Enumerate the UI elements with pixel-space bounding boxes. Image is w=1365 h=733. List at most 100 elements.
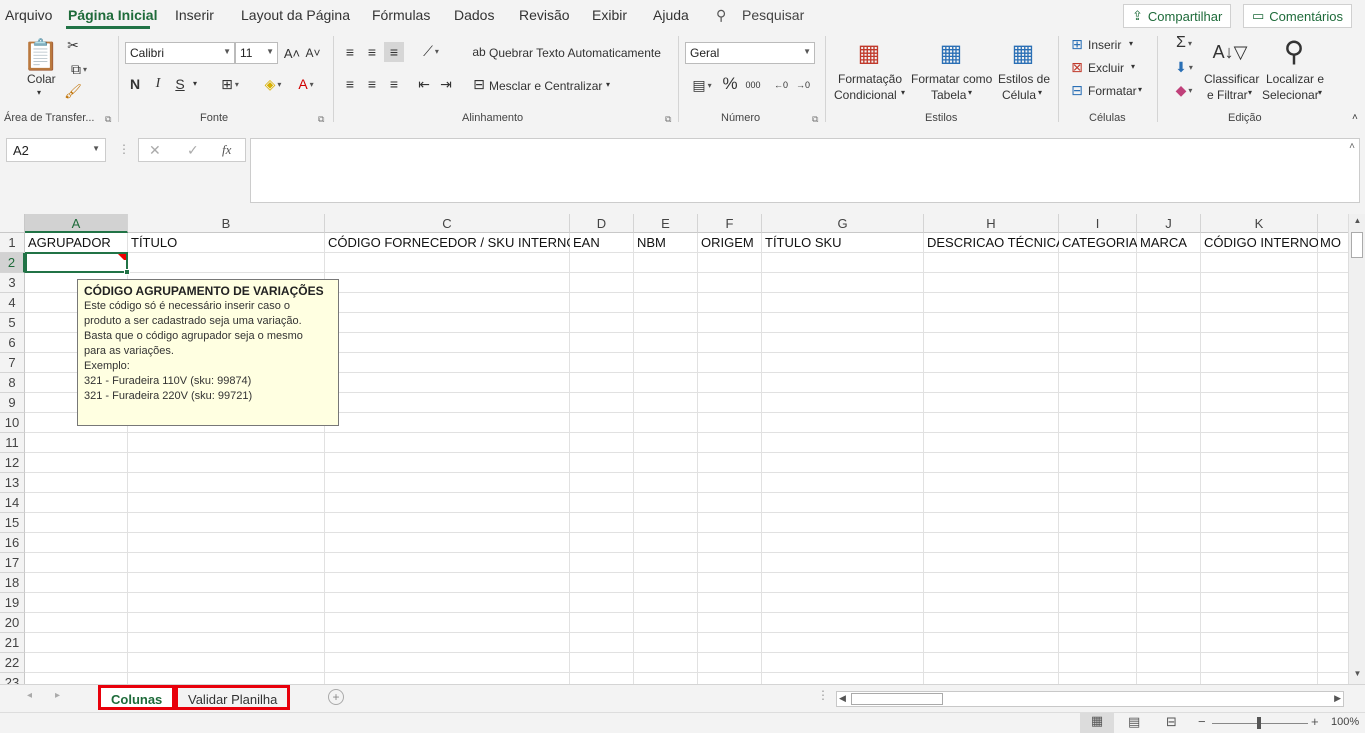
font-name-combo[interactable]: Calibri ▼: [125, 42, 235, 64]
row-header[interactable]: 2: [0, 253, 25, 273]
sort-filter-icon[interactable]: A↓▽: [1212, 36, 1248, 68]
currency-icon[interactable]: ▤ ▾: [687, 76, 717, 94]
alignment-launcher-icon[interactable]: ⧉: [665, 114, 671, 125]
column-header[interactable]: D: [570, 214, 634, 233]
row-header[interactable]: 5: [0, 313, 25, 333]
insert-cells-icon[interactable]: ⊞: [1068, 36, 1086, 52]
column-header[interactable]: A: [25, 214, 128, 233]
sort-filter-label-2[interactable]: e Filtrar: [1207, 88, 1248, 102]
delete-cells-icon[interactable]: ⊠: [1068, 59, 1086, 75]
row-header[interactable]: 16: [0, 533, 25, 553]
vertical-scrollbar[interactable]: ▲ ▼: [1348, 214, 1365, 684]
cell-styles-label-1[interactable]: Estilos de: [998, 72, 1050, 86]
decrease-decimal-icon[interactable]: →0: [794, 76, 812, 94]
percent-button[interactable]: %: [720, 74, 740, 94]
font-color-icon[interactable]: A ▾: [291, 75, 321, 93]
collapse-ribbon-icon[interactable]: ˄: [1352, 112, 1358, 123]
column-header[interactable]: H: [924, 214, 1059, 233]
chevron-down-icon[interactable]: ▾: [1318, 88, 1322, 97]
cell-h1[interactable]: DESCRICAO TÉCNICA: [924, 235, 1059, 254]
row-header[interactable]: 19: [0, 593, 25, 613]
page-layout-view-icon[interactable]: ▤: [1128, 714, 1140, 730]
merge-icon[interactable]: ⊟: [471, 76, 487, 92]
column-header[interactable]: K: [1201, 214, 1318, 233]
column-header[interactable]: F: [698, 214, 762, 233]
prev-sheet-icon[interactable]: ◂: [27, 690, 32, 701]
formula-input[interactable]: ˄: [250, 138, 1360, 203]
underline-button[interactable]: S: [172, 75, 188, 93]
cell-styles-icon[interactable]: ▦: [1008, 38, 1038, 68]
scroll-down-icon[interactable]: ▼: [1351, 669, 1364, 682]
search-icon[interactable]: ⚲: [716, 7, 726, 24]
align-top-icon[interactable]: ≡: [342, 44, 358, 60]
sort-filter-label-1[interactable]: Classificar: [1204, 72, 1259, 86]
cell-j1[interactable]: MARCA: [1137, 235, 1201, 254]
row-header[interactable]: 20: [0, 613, 25, 633]
chevron-down-icon[interactable]: ▾: [1138, 85, 1142, 94]
number-format-combo[interactable]: Geral ▼: [685, 42, 815, 64]
search-label[interactable]: Pesquisar: [742, 7, 804, 23]
chevron-down-icon[interactable]: ▾: [901, 88, 905, 97]
autosum-icon[interactable]: Σ ▾: [1168, 34, 1200, 52]
chevron-down-icon[interactable]: ▾: [1129, 39, 1133, 48]
menu-dados[interactable]: Dados: [454, 7, 494, 23]
expand-formula-icon[interactable]: ˄: [1349, 141, 1355, 152]
paste-label[interactable]: Colar: [27, 72, 56, 86]
menu-inserir[interactable]: Inserir: [175, 7, 214, 23]
format-cells-button[interactable]: Formatar: [1088, 84, 1137, 98]
add-sheet-icon[interactable]: +: [328, 689, 344, 705]
thousands-button[interactable]: 000: [743, 76, 763, 94]
align-bottom-icon[interactable]: ≡: [384, 42, 404, 62]
row-header[interactable]: 1: [0, 233, 25, 253]
increase-indent-icon[interactable]: ⇥: [438, 76, 454, 92]
conditional-formatting-label-1[interactable]: Formatação: [838, 72, 902, 86]
cell-i1[interactable]: CATEGORIA: [1059, 235, 1137, 254]
chevron-down-icon[interactable]: ▾: [968, 88, 972, 97]
sheet-tab-validar[interactable]: Validar Planilha: [175, 685, 291, 710]
tab-split-icon[interactable]: ⋮: [817, 688, 829, 702]
normal-view-icon[interactable]: ▦: [1080, 713, 1114, 733]
format-cells-icon[interactable]: ⊟: [1068, 82, 1086, 98]
cell-k1[interactable]: CÓDIGO INTERNO: [1201, 235, 1318, 254]
comments-button[interactable]: ▭ Comentários: [1243, 4, 1352, 28]
menu-layout[interactable]: Layout da Página: [241, 7, 350, 23]
page-break-view-icon[interactable]: ⊟: [1166, 714, 1177, 730]
decrease-indent-icon[interactable]: ⇤: [416, 76, 432, 92]
bold-button[interactable]: N: [127, 75, 143, 93]
cell-b1[interactable]: TÍTULO: [128, 235, 325, 254]
paste-icon[interactable]: 📋: [22, 36, 59, 74]
next-sheet-icon[interactable]: ▸: [55, 690, 60, 701]
column-header[interactable]: [1318, 214, 1348, 233]
align-center-icon[interactable]: ≡: [364, 76, 380, 92]
insert-cells-button[interactable]: Inserir: [1088, 38, 1121, 52]
format-as-table-icon[interactable]: ▦: [936, 38, 966, 68]
borders-icon[interactable]: ⊞ ▾: [213, 75, 247, 93]
column-header[interactable]: C: [325, 214, 570, 233]
menu-ajuda[interactable]: Ajuda: [653, 7, 689, 23]
share-button[interactable]: ⇪ Compartilhar: [1123, 4, 1232, 28]
wrap-text-button[interactable]: Quebrar Texto Automaticamente: [489, 46, 661, 60]
align-middle-icon[interactable]: ≡: [364, 44, 380, 60]
cancel-icon[interactable]: ✕: [149, 142, 161, 159]
row-header[interactable]: 4: [0, 293, 25, 313]
grow-font-icon[interactable]: A˄: [284, 44, 300, 62]
menu-pagina-inicial[interactable]: Página Inicial: [68, 7, 157, 23]
row-header[interactable]: 6: [0, 333, 25, 353]
chevron-down-icon[interactable]: ▾: [1038, 88, 1042, 97]
font-size-combo[interactable]: 11 ▼: [235, 42, 278, 64]
cell-c1[interactable]: CÓDIGO FORNECEDOR / SKU INTERNO: [325, 235, 570, 254]
format-as-table-label-1[interactable]: Formatar como: [911, 72, 992, 86]
row-header[interactable]: 8: [0, 373, 25, 393]
wrap-text-icon[interactable]: ab: [471, 44, 487, 60]
row-header[interactable]: 9: [0, 393, 25, 413]
row-header[interactable]: 18: [0, 573, 25, 593]
sheet-tab-colunas[interactable]: Colunas: [98, 685, 176, 710]
paste-dropdown-icon[interactable]: ▾: [37, 88, 41, 97]
scroll-left-icon[interactable]: ◀: [839, 693, 846, 704]
orientation-icon[interactable]: ⟋ ▾: [416, 42, 446, 60]
enter-icon[interactable]: ✓: [187, 142, 199, 159]
format-painter-icon[interactable]: 🖌: [64, 82, 82, 100]
merge-center-button[interactable]: Mesclar e Centralizar: [489, 79, 602, 93]
row-header[interactable]: 14: [0, 493, 25, 513]
menu-exibir[interactable]: Exibir: [592, 7, 627, 23]
